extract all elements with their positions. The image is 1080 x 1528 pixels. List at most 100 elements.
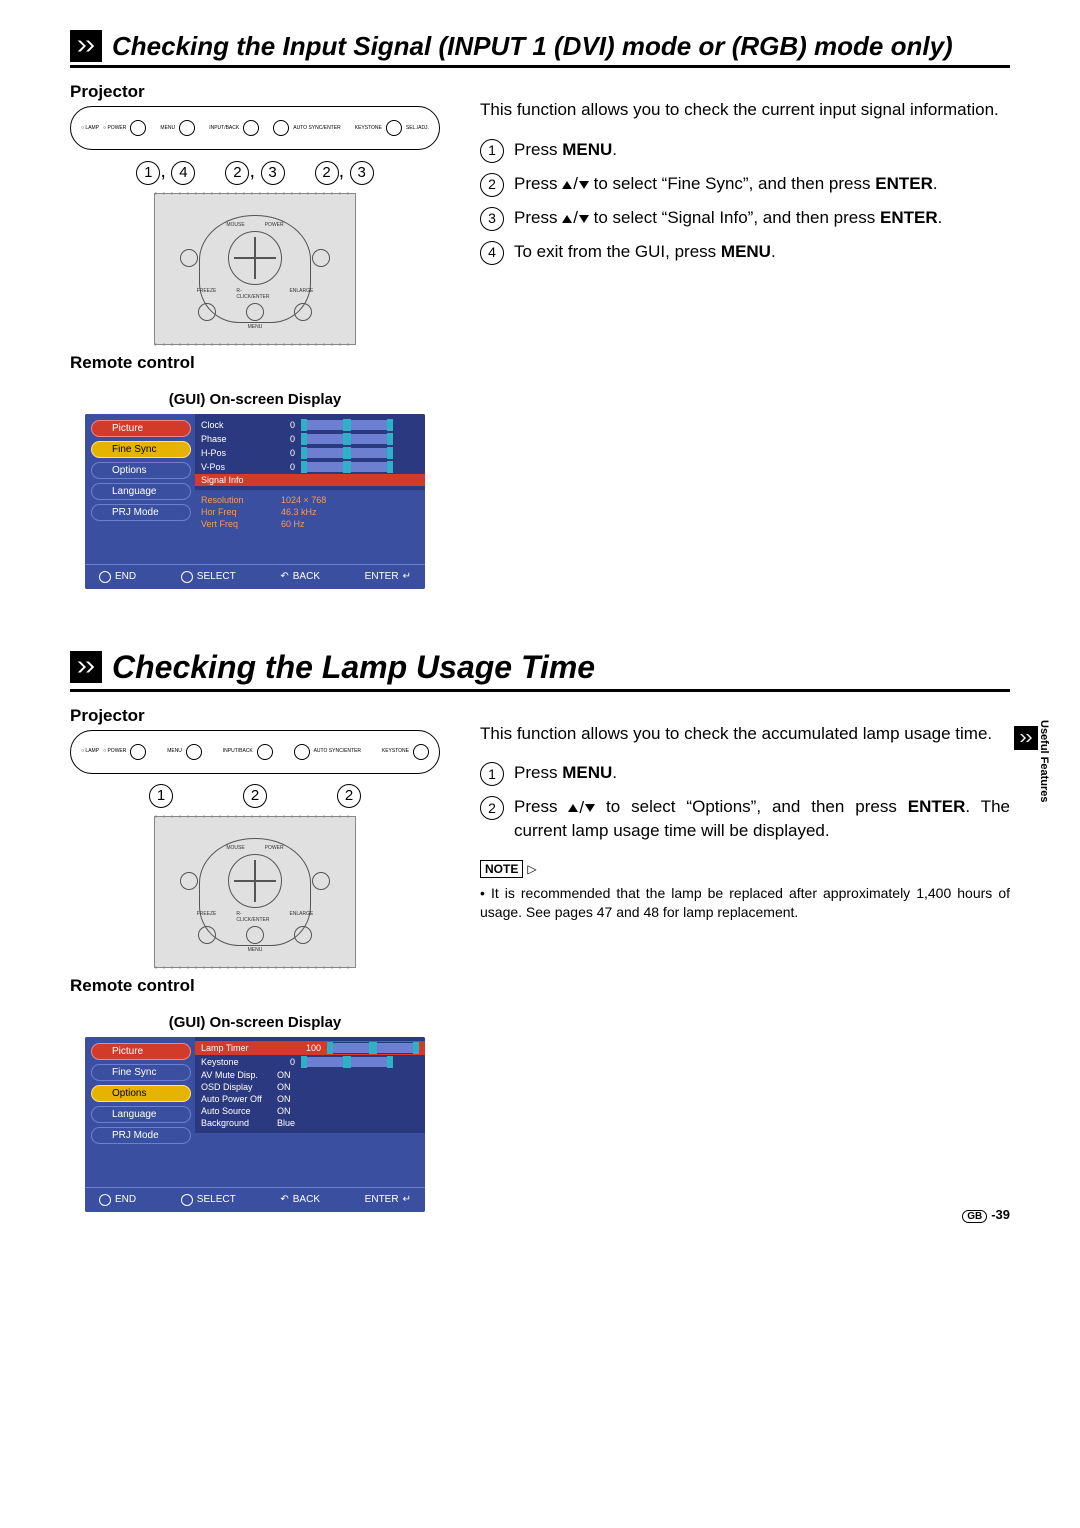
maintenance-icon bbox=[70, 651, 102, 683]
section2-steps: 1 Press MENU. 2 Press / to select “Optio… bbox=[480, 762, 1010, 842]
end-icon bbox=[99, 1194, 111, 1206]
power-remote-icon bbox=[312, 872, 330, 890]
osd-menu-finesync[interactable]: Fine Sync bbox=[91, 1064, 191, 1081]
remote-label-1: Remote control bbox=[70, 353, 440, 373]
osd-menu-options[interactable]: Options bbox=[91, 1085, 191, 1102]
power-button-icon bbox=[130, 744, 146, 760]
step-text: Press / to select “Options”, and then pr… bbox=[514, 796, 1010, 842]
sync-icon bbox=[98, 444, 108, 454]
slider-bar[interactable] bbox=[301, 447, 393, 459]
projector-panel-2: ○ LAMP ○ POWER MENU INPUT/BACK AUTO SYNC… bbox=[70, 730, 440, 774]
osd-menu-prjmode[interactable]: PRJ Mode bbox=[91, 1127, 191, 1144]
options-icon bbox=[98, 465, 108, 475]
osd-menu-prjmode[interactable]: PRJ Mode bbox=[91, 504, 191, 521]
projector-panel-1: ○ LAMP ○ POWER MENU INPUT/BACK AUT bbox=[70, 106, 440, 150]
step-text: Press MENU. bbox=[514, 139, 617, 163]
section2-title-row: Checking the Lamp Usage Time bbox=[70, 649, 1010, 692]
end-icon bbox=[99, 571, 111, 583]
osd-menu-language[interactable]: Language bbox=[91, 1106, 191, 1123]
step-text: Press / to select “Signal Info”, and the… bbox=[514, 207, 942, 231]
slider-bar[interactable] bbox=[301, 433, 393, 445]
section1-intro: This function allows you to check the cu… bbox=[480, 99, 1010, 122]
callout-row-1: 1, 4 2, 3 2, 3 bbox=[70, 160, 440, 185]
prjmode-icon bbox=[98, 507, 108, 517]
osd-menu-picture[interactable]: Picture bbox=[91, 420, 191, 437]
dpad-icon bbox=[228, 854, 282, 908]
menu-remote-icon bbox=[246, 926, 264, 944]
osd-select-button[interactable]: SELECT bbox=[181, 1194, 236, 1206]
updown-arrow-icon: / bbox=[568, 797, 595, 820]
power-button-icon bbox=[130, 120, 146, 136]
note-text: • It is recommended that the lamp be rep… bbox=[480, 884, 1010, 922]
keystone-button-icon bbox=[386, 120, 402, 136]
input-button-icon bbox=[243, 120, 259, 136]
section1-title-row: Checking the Input Signal (INPUT 1 (DVI)… bbox=[70, 30, 1010, 68]
step-text: Press / to select “Fine Sync”, and then … bbox=[514, 173, 938, 197]
autosync-button-icon bbox=[294, 744, 310, 760]
osd-back-button[interactable]: BACK bbox=[280, 571, 320, 583]
maintenance-icon bbox=[70, 30, 102, 62]
sync-icon bbox=[98, 1067, 108, 1077]
picture-icon bbox=[98, 1046, 108, 1056]
section1-title: Checking the Input Signal (INPUT 1 (DVI)… bbox=[112, 31, 953, 62]
menu-button-icon bbox=[186, 744, 202, 760]
picture-icon bbox=[98, 423, 108, 433]
slider-bar[interactable] bbox=[301, 461, 393, 473]
slider-bar[interactable] bbox=[301, 1056, 393, 1068]
language-icon bbox=[98, 1109, 108, 1119]
select-icon bbox=[181, 571, 193, 583]
side-tab: Useful Features bbox=[1014, 720, 1050, 803]
side-tab-icon bbox=[1014, 726, 1038, 750]
osd-enter-button[interactable]: ENTER bbox=[365, 1194, 411, 1206]
osd-enter-button[interactable]: ENTER bbox=[365, 571, 411, 583]
slider-bar[interactable] bbox=[327, 1042, 419, 1054]
osd-panel-1: Picture Fine Sync Options Language PRJ M… bbox=[85, 414, 425, 589]
osd-menu-options[interactable]: Options bbox=[91, 462, 191, 479]
note-arrow-icon bbox=[527, 857, 536, 880]
osd-menu-picture[interactable]: Picture bbox=[91, 1043, 191, 1060]
osd-select-button[interactable]: SELECT bbox=[181, 571, 236, 583]
osd-end-button[interactable]: END bbox=[99, 571, 136, 583]
updown-arrow-icon: / bbox=[562, 173, 589, 196]
osd-menu-1: Picture Fine Sync Options Language PRJ M… bbox=[85, 414, 195, 564]
note-heading: NOTE bbox=[480, 857, 1010, 880]
remote-control-diagram-2: MOUSEPOWER FREEZER-CLICK/ENTERENLARGE ME… bbox=[154, 816, 356, 968]
osd-selected-row[interactable]: Signal Info bbox=[195, 474, 425, 486]
osd-back-button[interactable]: BACK bbox=[280, 1194, 320, 1206]
section2-title: Checking the Lamp Usage Time bbox=[112, 649, 595, 686]
keystone-button-icon bbox=[413, 744, 429, 760]
osd-label-2: (GUI) On-screen Display bbox=[70, 1014, 440, 1031]
menu-remote-icon bbox=[246, 303, 264, 321]
osd-selected-row[interactable]: Lamp Timer100 bbox=[195, 1041, 425, 1055]
freeze-button-icon bbox=[198, 926, 216, 944]
osd-menu-language[interactable]: Language bbox=[91, 483, 191, 500]
power-remote-icon bbox=[312, 249, 330, 267]
enlarge-button-icon bbox=[294, 926, 312, 944]
section2-intro: This function allows you to check the ac… bbox=[480, 723, 1010, 746]
section1-steps: 1 Press MENU. 2 Press / to select “Fine … bbox=[480, 139, 1010, 265]
input-button-icon bbox=[257, 744, 273, 760]
projector-label-1: Projector bbox=[70, 82, 440, 102]
prjmode-icon bbox=[98, 1130, 108, 1140]
menu-button-icon bbox=[179, 120, 195, 136]
enlarge-button-icon bbox=[294, 303, 312, 321]
remote-label-2: Remote control bbox=[70, 976, 440, 996]
language-icon bbox=[98, 486, 108, 496]
select-icon bbox=[181, 1194, 193, 1206]
osd-panel-2: Picture Fine Sync Options Language PRJ M… bbox=[85, 1037, 425, 1212]
mouse-button-icon bbox=[180, 249, 198, 267]
osd-menu-finesync[interactable]: Fine Sync bbox=[91, 441, 191, 458]
projector-label-2: Projector bbox=[70, 706, 440, 726]
slider-bar[interactable] bbox=[301, 419, 393, 431]
page-number: GB-39 bbox=[962, 1207, 1010, 1222]
osd-label-1: (GUI) On-screen Display bbox=[70, 391, 440, 408]
autosync-button-icon bbox=[273, 120, 289, 136]
dpad-icon bbox=[228, 231, 282, 285]
mouse-button-icon bbox=[180, 872, 198, 890]
osd-end-button[interactable]: END bbox=[99, 1194, 136, 1206]
freeze-button-icon bbox=[198, 303, 216, 321]
step-text: Press MENU. bbox=[514, 762, 617, 786]
updown-arrow-icon: / bbox=[562, 207, 589, 230]
remote-control-diagram-1: MOUSEPOWER FREEZER-CLICK/ENTERENLARGE ME… bbox=[154, 193, 356, 345]
step-text: To exit from the GUI, press MENU. bbox=[514, 241, 776, 265]
